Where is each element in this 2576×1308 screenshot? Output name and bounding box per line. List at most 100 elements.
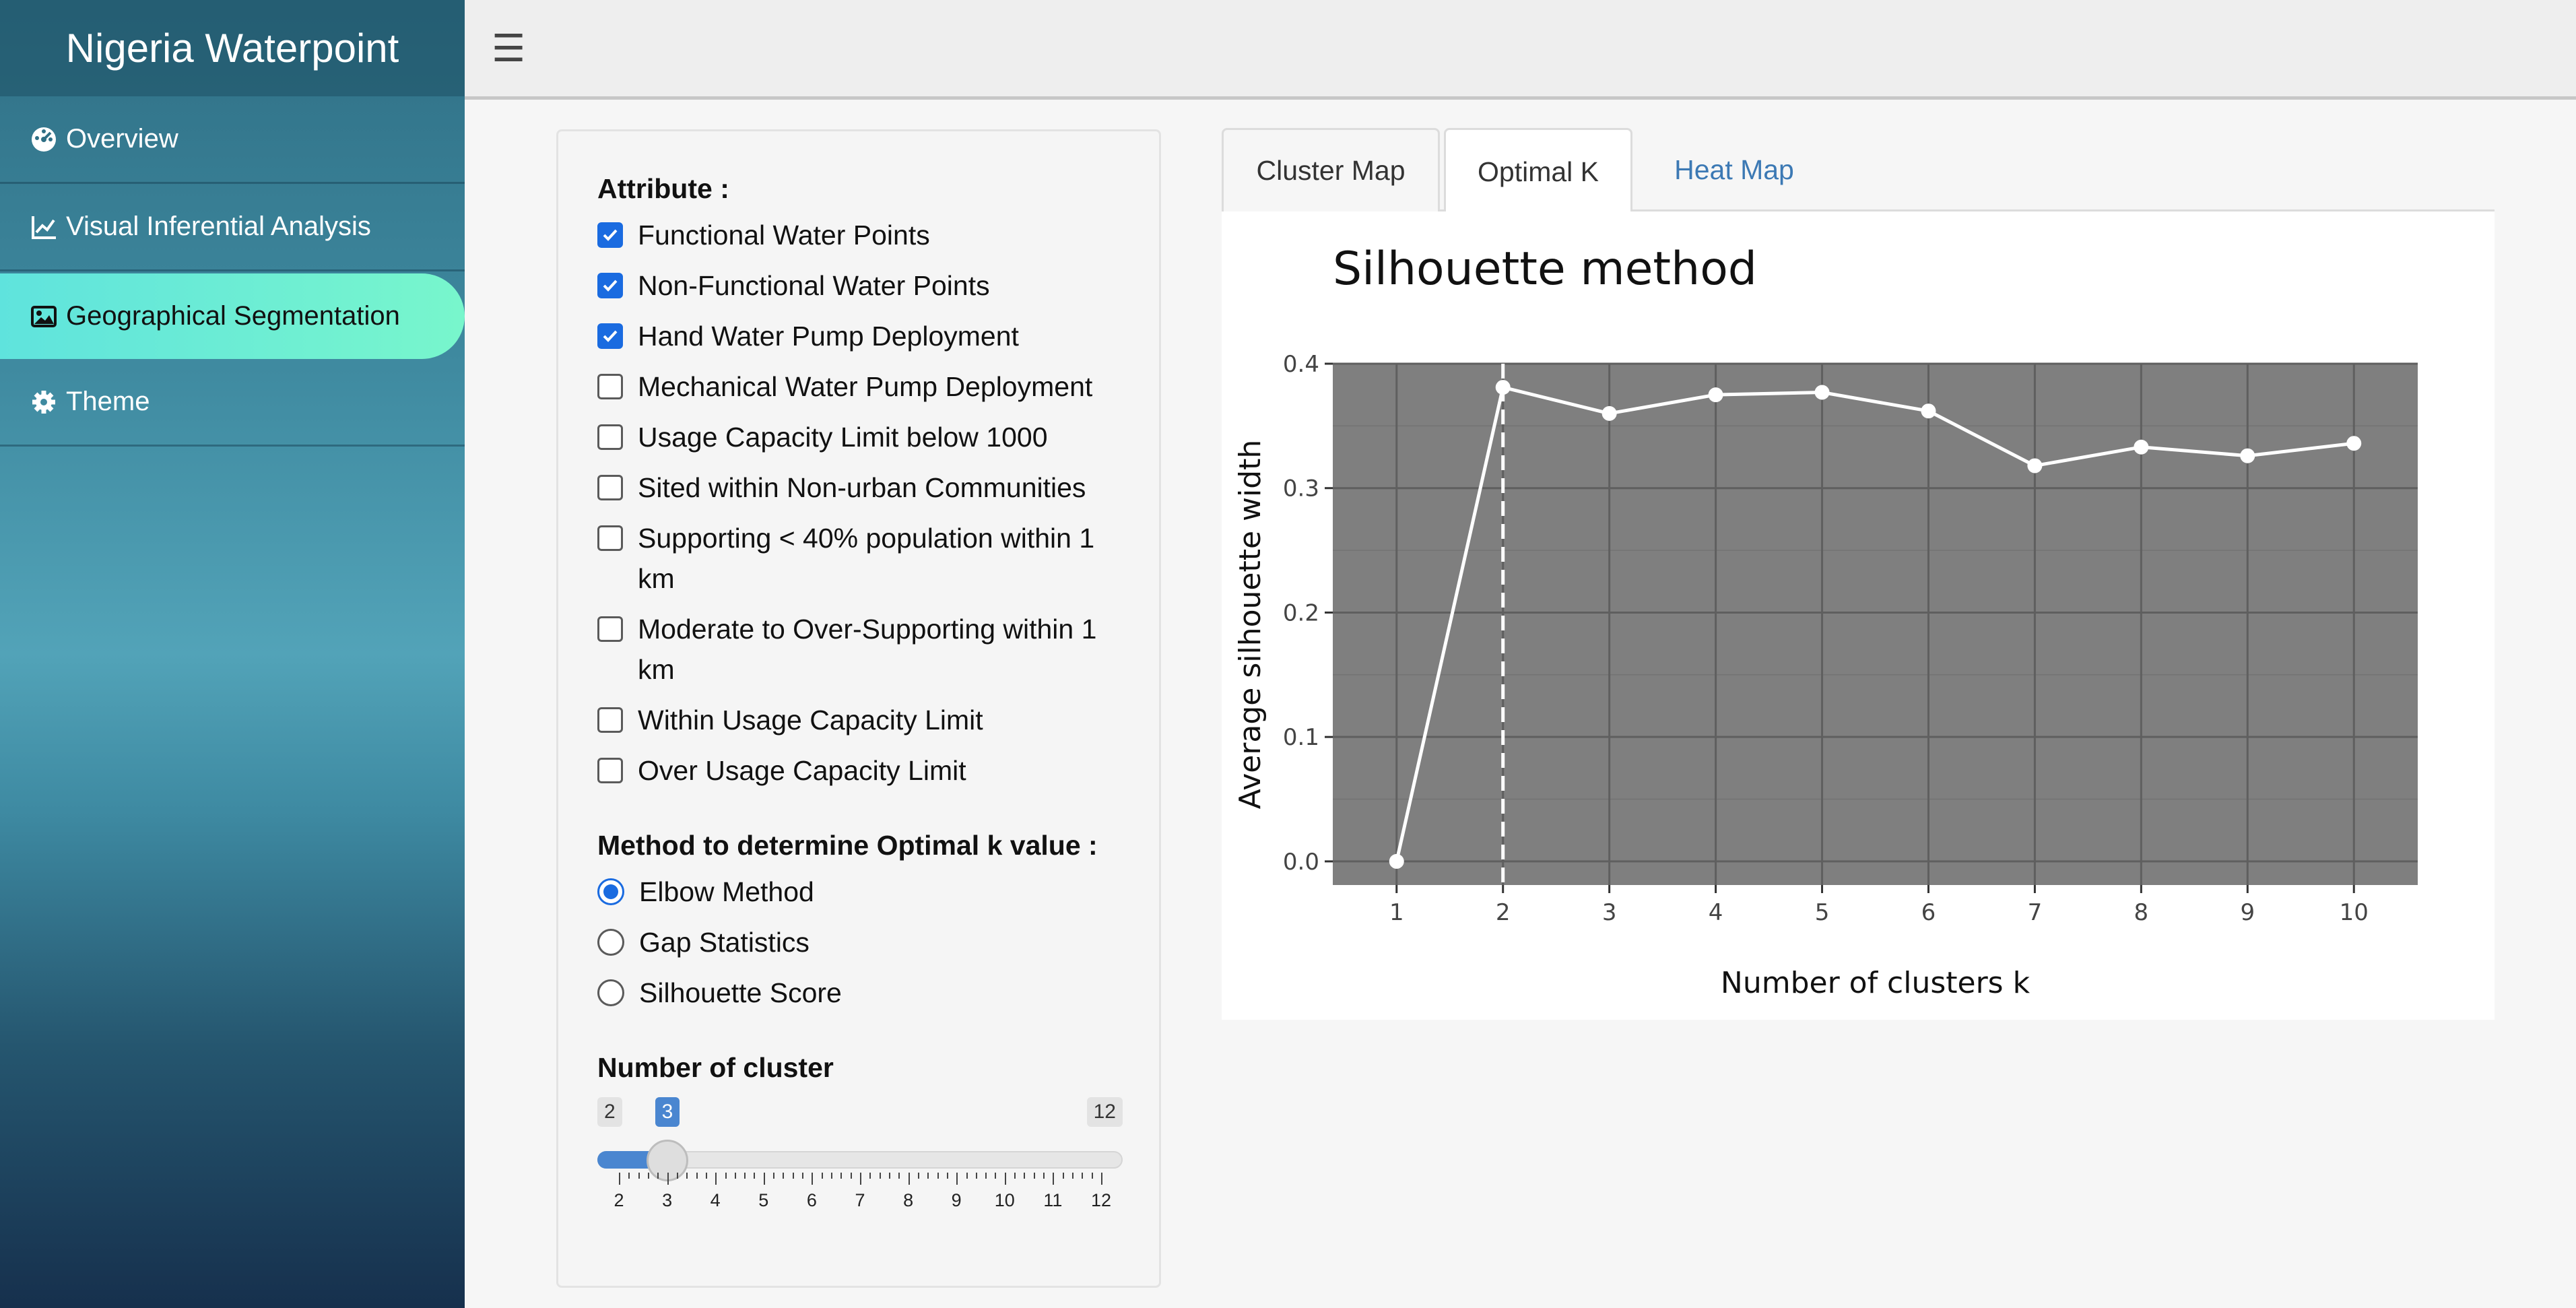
slider-ticks xyxy=(597,1173,1123,1186)
checkbox[interactable] xyxy=(597,374,623,399)
checkbox[interactable] xyxy=(597,323,623,349)
slider-tick-label: 2 xyxy=(614,1190,624,1210)
attribute-option[interactable]: Mechanical Water Pump Deployment xyxy=(597,366,1159,407)
slider-tick xyxy=(754,1173,756,1179)
slider-tick-label: 12 xyxy=(1090,1190,1112,1210)
sidebar-item-overview[interactable]: Overview xyxy=(0,96,465,184)
sidebar-item-label: Theme xyxy=(66,387,150,416)
checkbox[interactable] xyxy=(597,475,623,500)
slider-tick xyxy=(1004,1173,1006,1185)
data-point xyxy=(1921,403,1936,419)
line-chart-icon xyxy=(28,211,59,242)
attribute-option[interactable]: Non-Functional Water Points xyxy=(597,265,1159,306)
checkbox[interactable] xyxy=(597,273,623,298)
slider-tick xyxy=(773,1173,775,1179)
slider-tick xyxy=(1024,1173,1026,1179)
slider-tick xyxy=(1043,1173,1045,1179)
slider-tick xyxy=(1062,1173,1064,1179)
slider-tick xyxy=(1072,1173,1074,1179)
slider-tick xyxy=(869,1173,871,1179)
slider-tick xyxy=(1033,1173,1035,1179)
control-panel: Attribute : Functional Water Points Non-F… xyxy=(556,129,1161,1288)
data-point xyxy=(2134,439,2149,455)
sidebar: Nigeria Waterpoint Overview Visual Infer… xyxy=(0,0,465,1308)
attribute-option-label: Non-Functional Water Points xyxy=(638,270,990,301)
data-point xyxy=(2240,448,2255,463)
app-title: Nigeria Waterpoint xyxy=(0,0,465,96)
sidebar-item-visual-inferential-analysis[interactable]: Visual Inferential Analysis xyxy=(0,184,465,271)
x-tick-label: 10 xyxy=(2340,899,2369,926)
attribute-option-label: Moderate to Over-Supporting within 1 km xyxy=(638,614,1097,685)
plot-panel xyxy=(1333,364,2418,885)
y-tick-label: 0.4 xyxy=(1283,351,1319,378)
tab-cluster-map[interactable]: Cluster Map xyxy=(1222,128,1440,211)
attribute-option[interactable]: Within Usage Capacity Limit xyxy=(597,700,1159,740)
method-option[interactable]: Silhouette Score xyxy=(597,973,1159,1013)
silhouette-chart: Silhouette method 0.0 0.1 0.2 0.3 0.4 1 2 3 4 5 6 7 8… xyxy=(1233,242,2418,1000)
slider-tick xyxy=(619,1173,620,1185)
y-tick-label: 0.3 xyxy=(1283,476,1319,502)
checkbox[interactable] xyxy=(597,222,623,248)
slider-tick-label: 5 xyxy=(758,1190,769,1210)
slider-tick xyxy=(715,1173,717,1185)
x-tick-label: 3 xyxy=(1602,899,1617,926)
slider-tick xyxy=(985,1173,987,1179)
attribute-option[interactable]: Sited within Non-urban Communities xyxy=(597,467,1159,508)
tab-heat-map[interactable]: Heat Map xyxy=(1637,128,1832,211)
slider-tick xyxy=(908,1173,910,1185)
slider-tick-label: 4 xyxy=(710,1190,721,1210)
checkbox[interactable] xyxy=(597,758,623,783)
radio-button[interactable] xyxy=(597,878,624,905)
slider-tick xyxy=(792,1173,794,1179)
x-tick-label: 1 xyxy=(1389,899,1404,926)
slider-tick xyxy=(917,1173,919,1179)
attribute-option[interactable]: Moderate to Over-Supporting within 1 km xyxy=(597,609,1159,690)
attribute-option[interactable]: Functional Water Points xyxy=(597,215,1159,255)
method-option[interactable]: Gap Statistics xyxy=(597,922,1159,962)
attribute-option[interactable]: Supporting < 40% population within 1 km xyxy=(597,518,1159,599)
sidebar-item-label: Overview xyxy=(66,124,178,154)
check-icon xyxy=(603,280,618,292)
method-option-label: Elbow Method xyxy=(639,876,814,907)
attribute-label: Attribute : xyxy=(597,173,729,204)
cluster-slider[interactable]: 2 3 12 2 3 4 5 6 7 8 9 10 11 12 xyxy=(597,1097,1123,1232)
slider-tick xyxy=(850,1173,852,1179)
sidebar-item-label: Visual Inferential Analysis xyxy=(66,211,371,241)
sidebar-item-geographical-segmentation[interactable]: Geographical Segmentation xyxy=(0,273,465,359)
method-option[interactable]: Elbow Method xyxy=(597,872,1159,912)
checkbox[interactable] xyxy=(597,424,623,450)
slider-tick xyxy=(802,1173,804,1179)
slider-tick xyxy=(995,1173,997,1179)
check-icon xyxy=(603,330,618,342)
tab-optimal-k[interactable]: Optimal K xyxy=(1444,128,1632,214)
slider-tick xyxy=(705,1173,707,1179)
hamburger-icon[interactable]: ☰ xyxy=(492,26,525,71)
radio-button[interactable] xyxy=(597,979,624,1006)
slider-tick xyxy=(1082,1173,1084,1179)
slider-tick xyxy=(860,1173,861,1185)
slider-min-badge: 2 xyxy=(597,1097,622,1127)
attribute-option[interactable]: Usage Capacity Limit below 1000 xyxy=(597,417,1159,457)
attribute-option-label: Functional Water Points xyxy=(638,220,930,251)
method-option-label: Gap Statistics xyxy=(639,927,810,958)
slider-tick xyxy=(888,1173,890,1179)
checkbox[interactable] xyxy=(597,707,623,733)
radio-button[interactable] xyxy=(597,929,624,956)
chart-title: Silhouette method xyxy=(1333,242,1757,296)
slider-tick xyxy=(898,1173,900,1179)
check-icon xyxy=(603,229,618,241)
sidebar-item-theme[interactable]: Theme xyxy=(0,359,465,447)
top-header: ☰ xyxy=(465,0,2576,100)
slider-tick xyxy=(744,1173,746,1179)
attribute-option[interactable]: Over Usage Capacity Limit xyxy=(597,750,1159,791)
attribute-option[interactable]: Hand Water Pump Deployment xyxy=(597,316,1159,356)
slider-tick xyxy=(686,1173,688,1179)
x-tick-label: 4 xyxy=(1709,899,1723,926)
tab-bar: Cluster Map Optimal K Heat Map xyxy=(1222,128,2495,214)
slider-tick xyxy=(840,1173,843,1179)
slider-tick xyxy=(725,1173,727,1179)
slider-tick xyxy=(937,1173,939,1179)
checkbox[interactable] xyxy=(597,616,623,642)
slider-tick xyxy=(734,1173,736,1179)
checkbox[interactable] xyxy=(597,525,623,551)
